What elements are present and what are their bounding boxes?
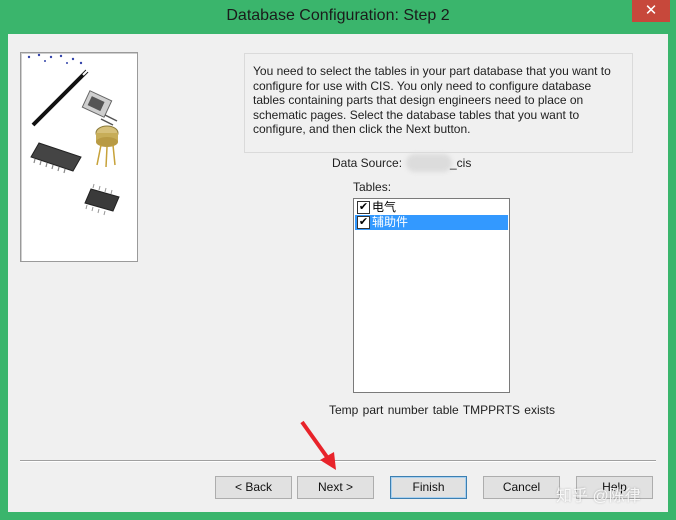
tables-label: Tables:	[353, 180, 392, 194]
dialog-client-area: You need to select the tables in your pa…	[8, 34, 668, 512]
table-item-label: 辅助件	[372, 215, 409, 229]
list-item[interactable]: ✔ 辅助件	[355, 215, 508, 230]
components-illustration-icon	[27, 53, 120, 216]
checkbox-checked-icon[interactable]: ✔	[357, 201, 370, 214]
title-bar[interactable]: Database Configuration: Step 2 ✕	[0, 0, 676, 34]
cancel-button[interactable]: Cancel	[483, 476, 560, 499]
instructions-text: You need to select the tables in your pa…	[244, 53, 633, 153]
next-button[interactable]: Next >	[297, 476, 374, 499]
window-title: Database Configuration: Step 2	[226, 7, 450, 24]
watermark: 知乎 @陈律	[556, 488, 641, 505]
checkbox-checked-icon[interactable]: ✔	[357, 216, 370, 229]
window-frame: Database Configuration: Step 2 ✕ You nee…	[0, 0, 676, 520]
wizard-illustration	[20, 52, 138, 262]
list-item[interactable]: ✔ 电气	[355, 200, 508, 215]
table-item-label: 电气	[372, 200, 397, 214]
back-button[interactable]: < Back	[215, 476, 292, 499]
finish-button[interactable]: Finish	[390, 476, 467, 499]
tables-listbox[interactable]: ✔ 电气 ✔ 辅助件	[353, 198, 510, 393]
data-source-label: Data Source:	[332, 156, 403, 170]
close-button[interactable]: ✕	[632, 0, 670, 22]
data-source-value: _cis	[450, 156, 472, 170]
temp-table-status: Temp part number table TMPPRTS exists	[329, 403, 555, 417]
close-icon: ✕	[644, 2, 658, 19]
pointer-arrow-icon	[300, 420, 336, 470]
data-source-redaction	[406, 154, 452, 172]
